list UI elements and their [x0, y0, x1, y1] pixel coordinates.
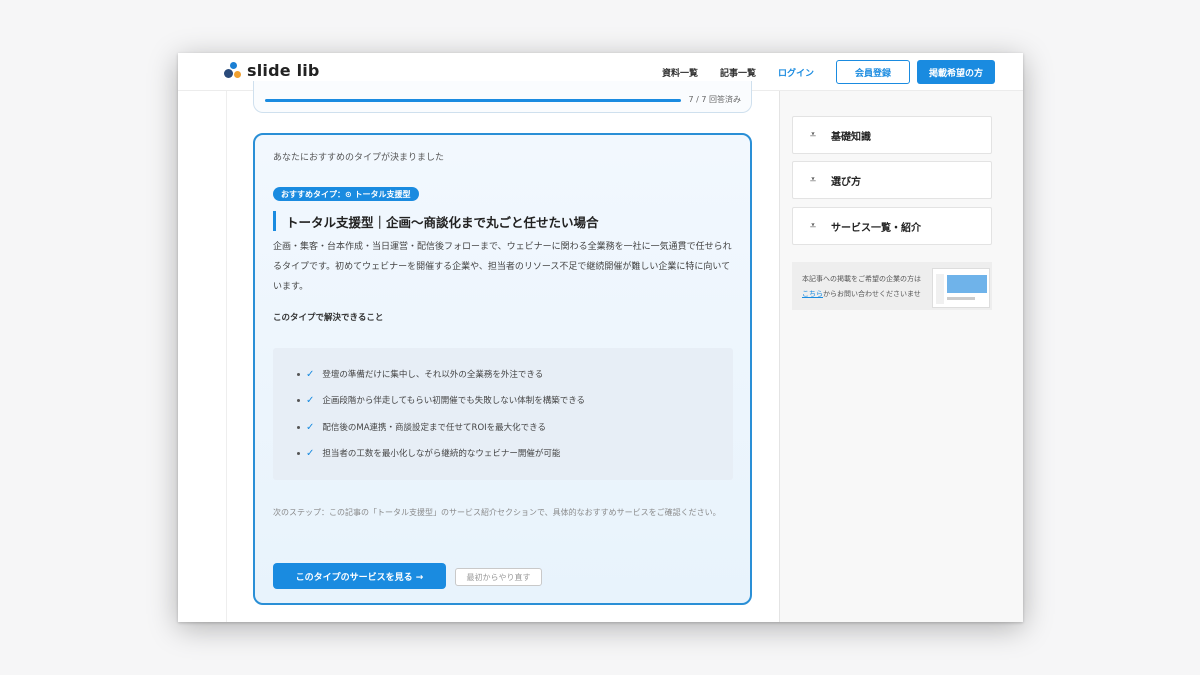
nav-login[interactable]: ログイン	[778, 66, 814, 79]
check-icon: ✓	[306, 447, 315, 459]
restart-button[interactable]: 最初からやり直す	[455, 568, 542, 586]
benefit-text: 配信後のMA連携・商談設定まで任せてROIを最大化できる	[322, 423, 546, 433]
bullet-icon	[297, 451, 300, 455]
check-icon: ✓	[306, 421, 315, 433]
ad-line-2-rest: からお問い合わせくださいませ	[823, 290, 921, 298]
next-step-text: 次のステップ：この記事の「トータル支援型」のサービス紹介セクションで、具体的なお…	[273, 508, 721, 517]
listing-ad: 本記事への掲載をご希望の企業の方は こちらからお問い合わせくださいませ	[792, 262, 992, 310]
list-item: ✓ 企画段階から伴走してもらい初開催でも失敗しない体制を構築できる	[297, 394, 585, 406]
bullet-icon	[297, 398, 300, 402]
check-icon: ✓	[306, 394, 315, 406]
bullet-icon	[297, 425, 300, 429]
download-chevron-icon: ⩡	[809, 128, 817, 141]
listing-request-button[interactable]: 掲載希望の方	[917, 60, 996, 84]
benefits-list: ✓ 登壇の準備だけに集中し、それ以外の全業務を外注できる ✓ 企画段階から伴走し…	[273, 348, 733, 480]
sidebar-item-basics[interactable]: ⩡ 基礎知識	[792, 116, 992, 154]
main-content: 7 / 7 回答済み あなたにおすすめのタイプが決まりました おすすめタイプ：⊙…	[226, 81, 780, 622]
download-chevron-icon: ⩡	[809, 173, 817, 186]
benefit-text: 登壇の準備だけに集中し、それ以外の全業務を外注できる	[322, 370, 544, 380]
nav-materials[interactable]: 資料一覧	[662, 66, 698, 79]
result-description: 企画・集客・台本作成・当日運営・配信後フォローまで、ウェビナーに関わる全業務を一…	[273, 242, 732, 292]
bullet-icon	[297, 372, 300, 376]
benefit-text: 担当者の工数を最小化しながら継続的なウェビナー開催が可能	[322, 449, 561, 459]
view-services-button[interactable]: このタイプのサービスを見る →	[273, 563, 446, 589]
ad-thumbnail[interactable]	[932, 268, 990, 308]
logo-text: slide lib	[247, 61, 320, 80]
progress-text: 7 / 7 回答済み	[688, 95, 741, 104]
sidebar-item-how-to-choose[interactable]: ⩡ 選び方	[792, 161, 992, 199]
browser-window: slide lib 資料一覧 記事一覧 ログイン 会員登録 掲載希望の方 7 /…	[178, 53, 1023, 622]
register-button[interactable]: 会員登録	[836, 60, 911, 84]
benefit-text: 企画段階から伴走してもらい初開催でも失敗しない体制を構築できる	[322, 396, 586, 406]
quiz-progress: 7 / 7 回答済み	[253, 81, 752, 113]
sidebar-item-label: サービス一覧・紹介	[831, 222, 921, 234]
sidebar-item-label: 基礎知識	[831, 131, 871, 143]
ad-text: 本記事への掲載をご希望の企業の方は こちらからお問い合わせくださいませ	[802, 272, 921, 302]
nav-articles[interactable]: 記事一覧	[720, 66, 756, 79]
sidebar-item-label: 選び方	[831, 176, 861, 188]
result-card: あなたにおすすめのタイプが決まりました おすすめタイプ：⊙ トータル支援型 トー…	[253, 133, 752, 605]
download-chevron-icon: ⩡	[809, 219, 817, 232]
ad-line-1: 本記事への掲載をご希望の企業の方は	[802, 275, 921, 283]
check-icon: ✓	[306, 368, 315, 380]
logo-mark-icon	[224, 61, 242, 80]
site-logo[interactable]: slide lib	[224, 61, 320, 80]
solves-heading: このタイプで解決できること	[273, 313, 384, 323]
list-item: ✓ 登壇の準備だけに集中し、それ以外の全業務を外注できる	[297, 368, 543, 380]
list-item: ✓ 担当者の工数を最小化しながら継続的なウェビナー開催が可能	[297, 447, 560, 459]
progress-bar	[265, 99, 681, 102]
result-title: トータル支援型｜企画〜商談化まで丸ごと任せたい場合	[273, 211, 599, 231]
result-intro: あなたにおすすめのタイプが決まりました	[273, 153, 445, 163]
sidebar: ⩡ 基礎知識 ⩡ 選び方 ⩡ サービス一覧・紹介 本記事への掲載をご希望の企業の…	[780, 91, 1023, 622]
recommended-type-badge: おすすめタイプ：⊙ トータル支援型	[273, 187, 419, 201]
list-item: ✓ 配信後のMA連携・商談設定まで任せてROIを最大化できる	[297, 421, 546, 433]
sidebar-item-service-list[interactable]: ⩡ サービス一覧・紹介	[792, 207, 992, 245]
ad-line-2: こちらからお問い合わせくださいませ	[802, 287, 921, 302]
contact-link[interactable]: こちら	[802, 290, 823, 298]
